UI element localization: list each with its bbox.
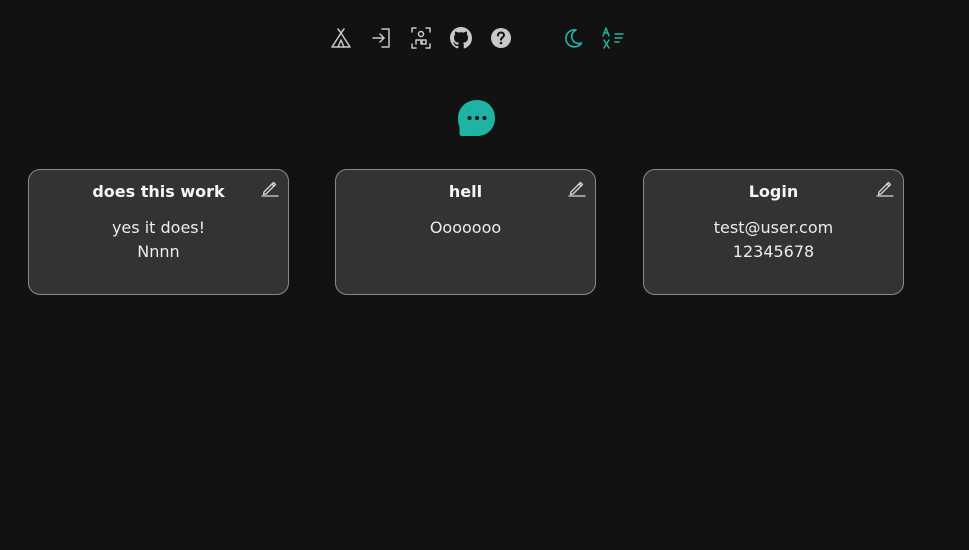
note-body: test@user.com 12345678 bbox=[644, 216, 903, 264]
note-line: yes it does! bbox=[111, 218, 206, 237]
tent-icon[interactable] bbox=[329, 24, 353, 52]
note-line: Nnnn bbox=[137, 242, 180, 261]
pencil-icon[interactable] bbox=[261, 179, 279, 197]
language-icon[interactable] bbox=[601, 24, 625, 52]
note-line: Ooooooo bbox=[429, 218, 502, 237]
note-title: Login bbox=[748, 182, 799, 201]
github-icon[interactable] bbox=[449, 24, 473, 52]
scan-person-icon[interactable] bbox=[409, 24, 433, 52]
note-card[interactable]: hell Ooooooo bbox=[335, 169, 596, 295]
pencil-icon[interactable] bbox=[568, 179, 586, 197]
note-line: 12345678 bbox=[732, 242, 815, 261]
note-card[interactable]: does this work yes it does! Nnnn bbox=[28, 169, 289, 295]
note-title: hell bbox=[448, 182, 483, 201]
note-card[interactable]: Login test@user.com 12345678 bbox=[643, 169, 904, 295]
chat-button[interactable] bbox=[457, 99, 497, 139]
top-toolbar bbox=[0, 24, 969, 52]
note-body: yes it does! Nnnn bbox=[29, 216, 288, 264]
pencil-icon[interactable] bbox=[876, 179, 894, 197]
chat-bubble-icon bbox=[458, 100, 495, 136]
moon-icon[interactable] bbox=[561, 24, 585, 52]
note-line: test@user.com bbox=[713, 218, 834, 237]
note-body: Ooooooo bbox=[336, 216, 595, 240]
note-title: does this work bbox=[92, 182, 225, 201]
login-icon[interactable] bbox=[369, 24, 393, 52]
help-icon[interactable] bbox=[489, 24, 513, 52]
